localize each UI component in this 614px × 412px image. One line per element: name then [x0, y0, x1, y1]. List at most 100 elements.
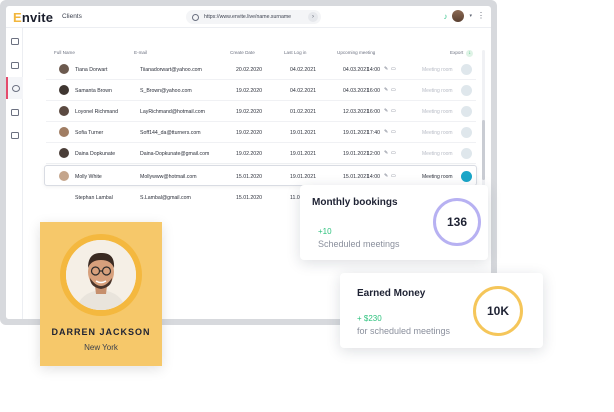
- more-menu-icon[interactable]: ⋮: [477, 12, 485, 20]
- card-subtitle: Scheduled meetings: [318, 239, 400, 249]
- row-name: Tiana Dorwart: [75, 67, 108, 73]
- video-call-icon[interactable]: [461, 64, 472, 75]
- monthly-bookings-card: Monthly bookings +10 Scheduled meetings …: [300, 185, 488, 260]
- header-last-login[interactable]: Last Log in: [284, 50, 306, 55]
- meeting-room-link[interactable]: Meeting room: [422, 174, 453, 180]
- video-call-icon[interactable]: [461, 148, 472, 159]
- avatar: [59, 106, 69, 116]
- sidebar-item-billing[interactable]: [6, 124, 23, 146]
- avatar: [59, 171, 69, 181]
- edit-icon[interactable]: ✎: [384, 129, 388, 135]
- sidebar: [6, 28, 23, 319]
- card-delta: +10: [318, 227, 332, 236]
- row-last-login: 01.02.2021: [290, 109, 316, 115]
- video-call-icon[interactable]: [461, 85, 472, 96]
- table-row-selected[interactable]: Molly White Mollywww@hotmail.com 15.01.2…: [44, 165, 477, 186]
- card-title: Monthly bookings: [312, 197, 398, 208]
- row-created: 20.02.2020: [236, 67, 262, 73]
- avatar: [59, 64, 69, 74]
- calendar-icon[interactable]: ▭: [391, 108, 396, 114]
- header-full-name[interactable]: Full Name: [54, 50, 75, 55]
- meeting-room-link[interactable]: Meeting room: [422, 67, 453, 73]
- row-created: 19.02.2020: [236, 130, 262, 136]
- calendar-icon[interactable]: ▭: [391, 150, 396, 156]
- row-upcoming-date: 04.03.2021: [343, 67, 369, 73]
- edit-icon[interactable]: ✎: [384, 87, 388, 93]
- app-logo[interactable]: Envite: [13, 10, 53, 25]
- avatar-ring: [60, 234, 142, 316]
- header-upcoming-meeting[interactable]: Upcoming meeting: [337, 50, 375, 55]
- calendar-icon[interactable]: ▭: [391, 87, 396, 93]
- earned-money-card: Earned Money + $230 for scheduled meetin…: [340, 273, 543, 348]
- sidebar-item-contacts[interactable]: [6, 101, 23, 123]
- meeting-room-link[interactable]: Meeting room: [422, 151, 453, 157]
- row-last-login: 04.02.2021: [290, 67, 316, 73]
- meeting-room-link[interactable]: Meeting room: [422, 88, 453, 94]
- scrollbar-thumb[interactable]: [482, 120, 485, 180]
- logo-rest: nvite: [21, 10, 54, 25]
- row-upcoming-time: 14:00: [367, 174, 380, 180]
- grid-icon: [10, 37, 19, 45]
- card-icon: [10, 131, 19, 139]
- table-row[interactable]: Daina Dopkunate Daina-Dopkunate@gmail.co…: [46, 143, 476, 164]
- row-name: Molly White: [75, 174, 102, 180]
- url-bar[interactable]: https://www.envite.live/name.surname ›: [186, 10, 321, 24]
- video-call-icon[interactable]: [461, 127, 472, 138]
- row-upcoming-time: 17:40: [367, 130, 380, 136]
- row-upcoming-date: 15.01.2021: [343, 174, 369, 180]
- row-upcoming-time: 12:00: [367, 151, 380, 157]
- edit-icon[interactable]: ✎: [384, 150, 388, 156]
- table-row[interactable]: Tiana Dorwart Tiianadorwart@yahoo.com 20…: [46, 59, 476, 80]
- page-title: Clients: [62, 13, 82, 20]
- row-email: S_Brown@yahoo.com: [140, 88, 192, 94]
- user-avatar[interactable]: [452, 10, 465, 22]
- chevron-down-icon[interactable]: ▾: [469, 13, 472, 19]
- sidebar-item-dashboard[interactable]: [6, 30, 23, 52]
- topbar-icons: ♪ ▾ ⋮: [443, 10, 485, 22]
- card-delta: + $230: [357, 314, 382, 323]
- download-icon: ↓: [466, 50, 474, 57]
- table-header: Full Name E-mail Create Date Last Log in…: [46, 46, 476, 59]
- video-call-icon[interactable]: [461, 106, 472, 117]
- edit-icon[interactable]: ✎: [384, 108, 388, 114]
- table-row[interactable]: Sofia Turner Soff144_da@tturners.com 19.…: [46, 122, 476, 143]
- card-subtitle: for scheduled meetings: [357, 326, 451, 336]
- edit-icon[interactable]: ✎: [384, 66, 388, 72]
- table-row[interactable]: Samanta Brown S_Brown@yahoo.com 19.02.20…: [46, 80, 476, 101]
- row-name: Loyonel Richmand: [75, 109, 118, 115]
- meeting-room-link[interactable]: Meeting room: [422, 109, 453, 115]
- avatar: [59, 148, 69, 158]
- meeting-room-link[interactable]: Meeting room: [422, 130, 453, 136]
- row-name: Sofia Turner: [75, 130, 104, 136]
- profile-photo: [66, 240, 136, 310]
- sidebar-item-clients[interactable]: [6, 77, 23, 99]
- header-email[interactable]: E-mail: [134, 50, 147, 55]
- profile-city: New York: [84, 343, 118, 352]
- monitor-icon: [10, 61, 19, 69]
- profile-card: DARREN JACKSON New York: [40, 222, 162, 366]
- header-create-date[interactable]: Create Date: [230, 50, 255, 55]
- avatar: [59, 127, 69, 137]
- globe-icon: [192, 13, 199, 21]
- table-row[interactable]: Loyonel Richmand LayRichmand@hotmail.com…: [46, 101, 476, 122]
- bell-icon[interactable]: ♪: [443, 12, 447, 21]
- calendar-icon[interactable]: ▭: [391, 173, 396, 179]
- export-button[interactable]: Export ↓: [450, 50, 474, 57]
- edit-icon[interactable]: ✎: [384, 173, 388, 179]
- calendar-icon[interactable]: ▭: [391, 129, 396, 135]
- person-portrait-icon: [66, 240, 136, 310]
- bookings-value: 136: [446, 215, 468, 229]
- table-scrollbar[interactable]: [482, 50, 485, 205]
- sidebar-item-meetings[interactable]: [6, 54, 23, 76]
- row-last-login: 19.01.2021: [290, 151, 316, 157]
- calendar-icon[interactable]: ▭: [391, 66, 396, 72]
- row-email: Tiianadorwart@yahoo.com: [140, 67, 202, 73]
- row-email: Mollywww@hotmail.com: [140, 174, 197, 180]
- row-last-login: 19.01.2021: [290, 130, 316, 136]
- row-created: 19.02.2020: [236, 109, 262, 115]
- chevron-right-icon[interactable]: ›: [308, 12, 318, 22]
- video-call-icon[interactable]: [461, 171, 472, 182]
- row-upcoming-time: 16:00: [367, 109, 380, 115]
- avatar: [59, 85, 69, 95]
- export-label: Export: [450, 50, 464, 55]
